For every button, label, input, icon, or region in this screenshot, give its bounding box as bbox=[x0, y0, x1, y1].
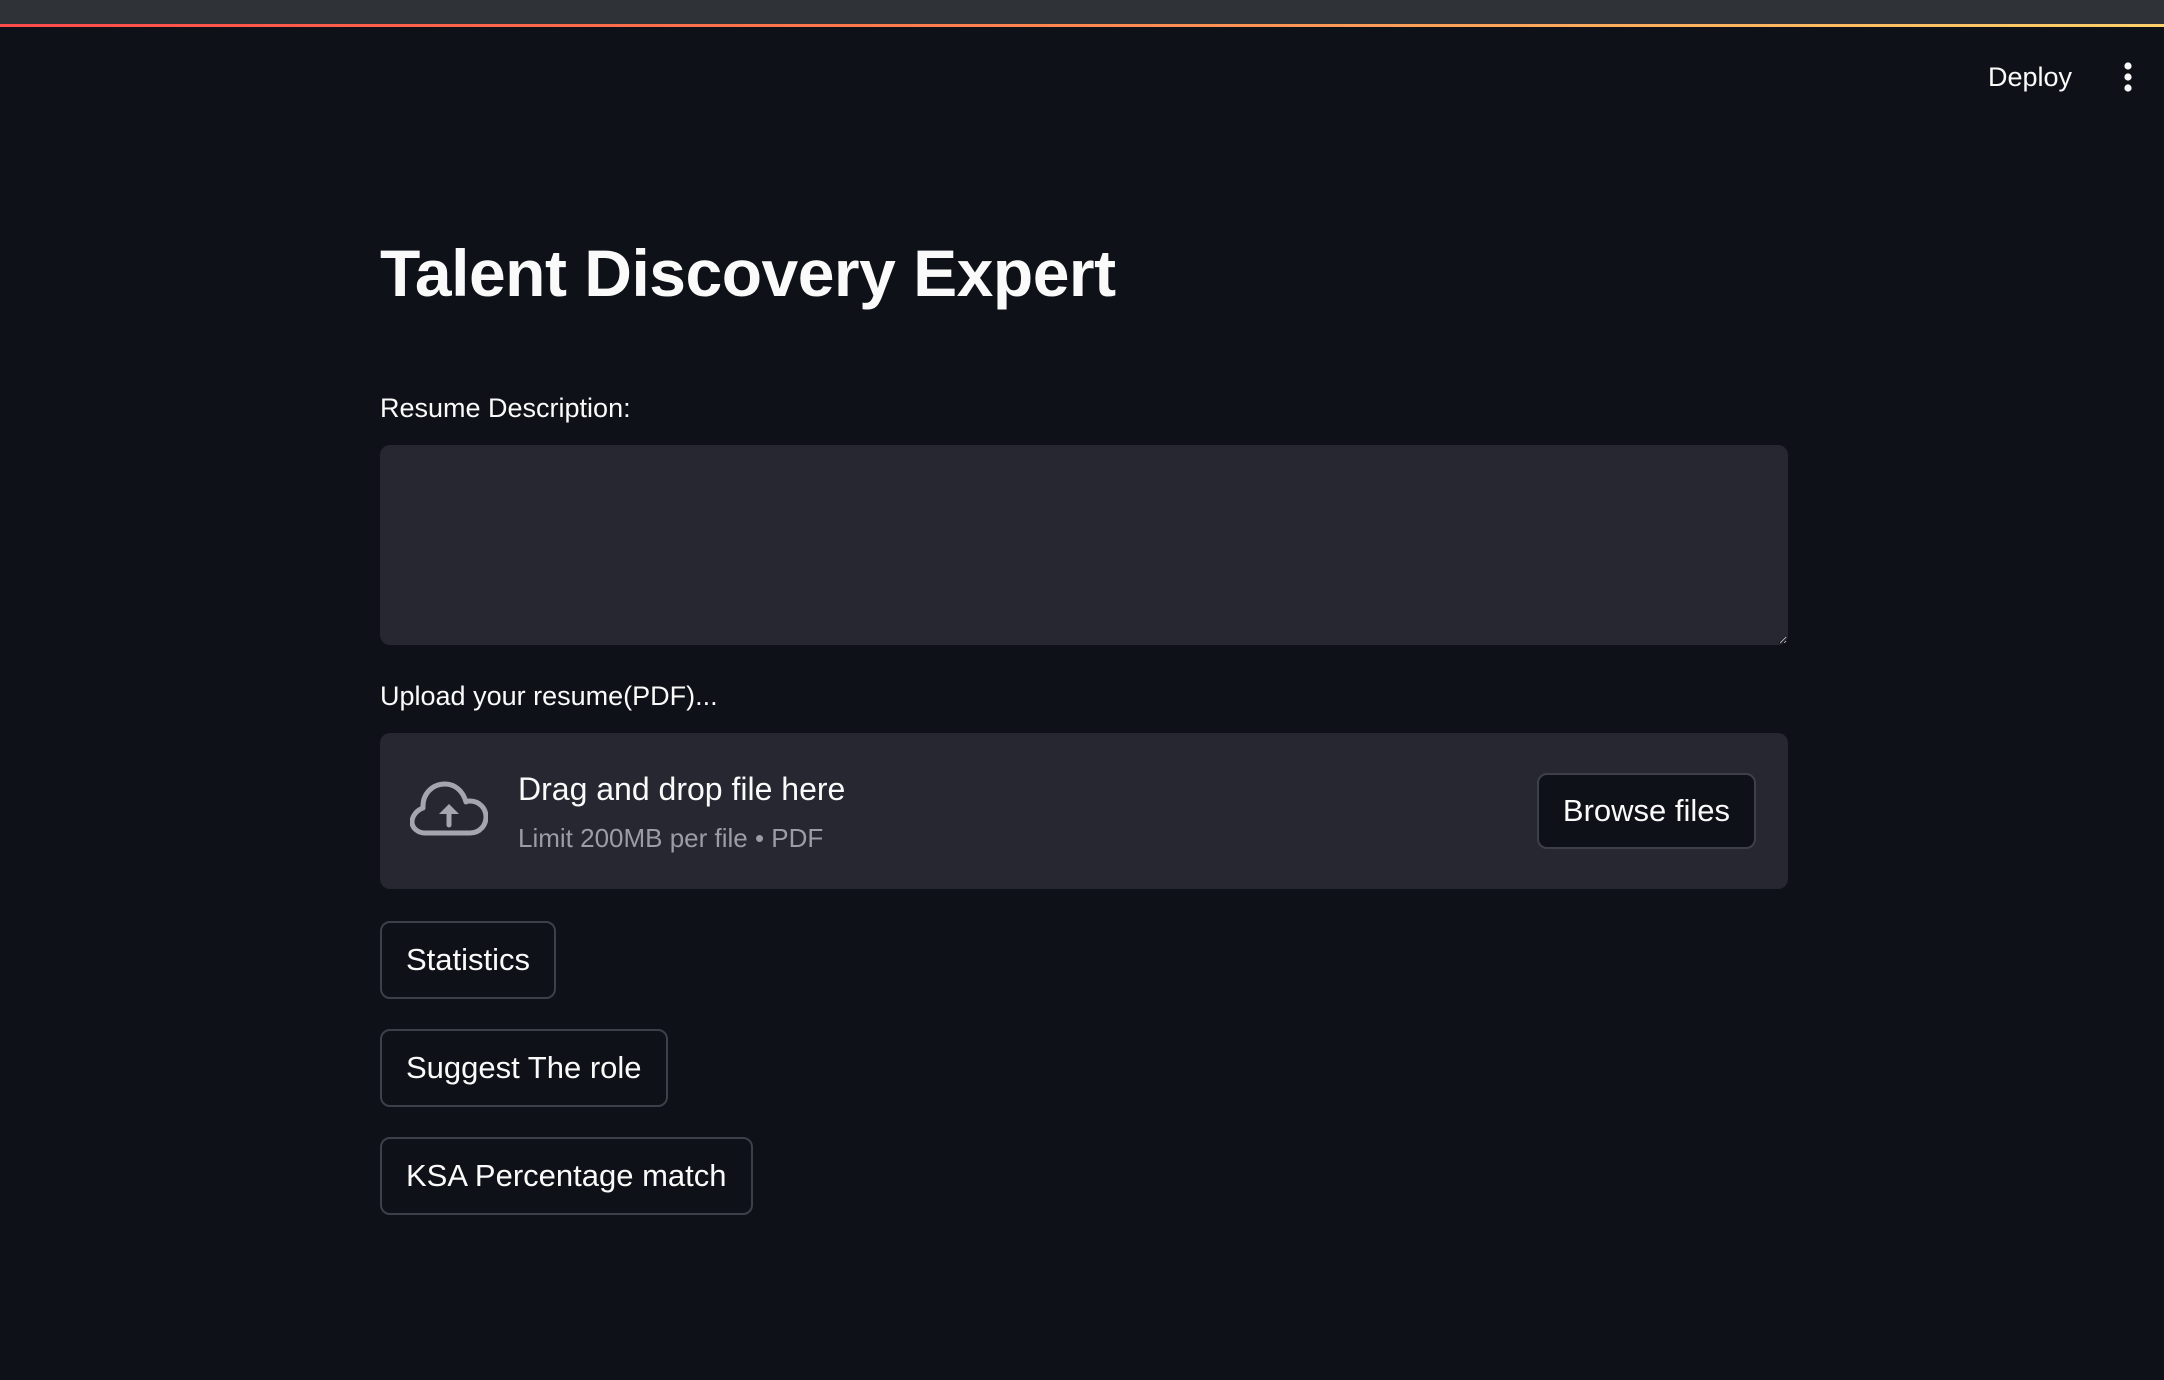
file-dropzone[interactable]: Drag and drop file here Limit 200MB per … bbox=[380, 733, 1788, 889]
cloud-upload-icon bbox=[410, 781, 488, 836]
suggest-role-button[interactable]: Suggest The role bbox=[380, 1029, 668, 1107]
dropzone-limit-text: Limit 200MB per file • PDF bbox=[518, 823, 824, 853]
main-menu-button[interactable] bbox=[2110, 53, 2146, 101]
browser-top-strip bbox=[0, 0, 2164, 24]
ksa-percentage-match-button[interactable]: KSA Percentage match bbox=[380, 1137, 753, 1215]
main-content: Talent Discovery Expert Resume Descripti… bbox=[380, 236, 1788, 1215]
vertical-dots-icon bbox=[2124, 62, 2132, 92]
app-container: Deploy Talent Discovery Expert Resume De… bbox=[0, 27, 2164, 1380]
deploy-button[interactable]: Deploy bbox=[1972, 55, 2088, 99]
browse-files-button[interactable]: Browse files bbox=[1536, 773, 1756, 849]
dropzone-title: Drag and drop file here bbox=[518, 771, 846, 807]
app-header: Deploy bbox=[0, 27, 2164, 117]
upload-resume-label: Upload your resume(PDF)... bbox=[380, 681, 718, 711]
statistics-button[interactable]: Statistics bbox=[380, 921, 557, 999]
resume-description-label: Resume Description: bbox=[380, 393, 631, 423]
page-title: Talent Discovery Expert bbox=[380, 236, 1116, 310]
resume-description-textarea[interactable] bbox=[380, 445, 1788, 645]
